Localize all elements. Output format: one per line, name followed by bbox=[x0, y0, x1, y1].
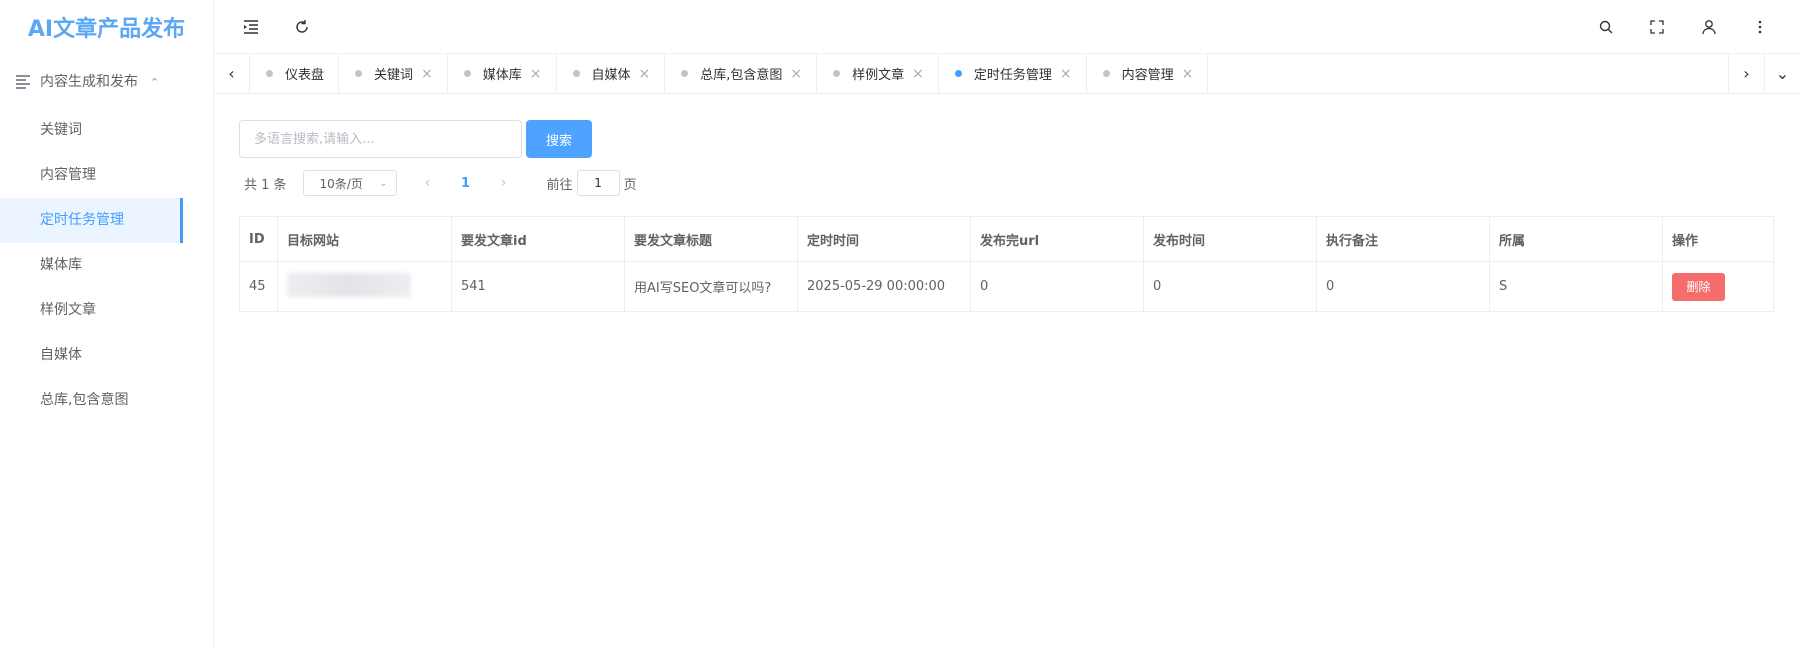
list-icon bbox=[16, 74, 30, 89]
dot-icon bbox=[463, 70, 471, 77]
column-header: 发布时间 bbox=[1143, 216, 1317, 262]
tab-label: 媒体库 bbox=[482, 68, 522, 83]
delete-button[interactable]: 删除 bbox=[1672, 272, 1725, 301]
table-row: 45 541 用AI写SEO文章可以吗? 2025-05-29 00:00:00 0 0 0… bbox=[239, 261, 1774, 312]
column-header: 目标网站 bbox=[277, 216, 452, 262]
search-button[interactable]: 搜索 bbox=[526, 120, 592, 158]
close-icon[interactable]: × bbox=[912, 66, 924, 82]
dot-icon bbox=[266, 70, 273, 77]
column-header: ID bbox=[239, 216, 278, 262]
tasks-table: ID 目标网站 要发文章id 要发文章标题 定时时间 发布完url 发布时间 执行备注 所属 操作… bbox=[239, 216, 1774, 312]
tab[interactable]: 样例文章 × bbox=[817, 54, 939, 93]
sidebar-item[interactable]: 媒体库 bbox=[0, 243, 213, 288]
goto-label: 前往 bbox=[546, 177, 573, 193]
refresh-icon[interactable] bbox=[289, 14, 315, 40]
dot-icon bbox=[681, 70, 689, 77]
tab-label: 定时任务管理 bbox=[973, 68, 1052, 83]
table-cell bbox=[277, 261, 452, 312]
sidebar-item[interactable]: 关键词 bbox=[0, 108, 213, 153]
close-icon[interactable]: × bbox=[1182, 66, 1194, 82]
search-icon[interactable] bbox=[1593, 14, 1619, 40]
pagination-total: 共 1 条 bbox=[244, 177, 287, 193]
dot-icon bbox=[572, 70, 580, 77]
app-logo-title: AI文章产品发布 bbox=[27, 17, 186, 42]
tab[interactable]: 仪表盘 bbox=[250, 54, 340, 93]
close-icon[interactable]: × bbox=[790, 66, 802, 82]
menu-group-content[interactable]: 内容生成和发布 ⌄ bbox=[0, 54, 213, 108]
dot-icon bbox=[833, 70, 841, 77]
column-header: 要发文章标题 bbox=[624, 216, 798, 262]
tab-label: 仪表盘 bbox=[285, 68, 325, 83]
search-row: 搜索 bbox=[239, 120, 1774, 158]
main-content: 搜索 共 1 条 10条/页 ⌄ ‹ 1 › 前往 页 ID目标网站要发文章id… bbox=[239, 120, 1774, 312]
sidebar-item[interactable]: 自媒体 bbox=[0, 333, 213, 378]
table-cell: 用AI写SEO文章可以吗? bbox=[624, 261, 798, 312]
tab[interactable]: 总库,包含意图 × bbox=[665, 54, 818, 93]
next-page-icon[interactable]: › bbox=[497, 175, 511, 191]
user-icon[interactable] bbox=[1696, 14, 1722, 40]
tab-label: 关键词 bbox=[374, 68, 414, 83]
topbar bbox=[214, 0, 1800, 54]
tab-label: 样例文章 bbox=[852, 68, 905, 83]
menu-group-label: 内容生成和发布 bbox=[40, 74, 138, 90]
sidebar-item[interactable]: 总库,包含意图 bbox=[0, 378, 213, 423]
tab-label: 自媒体 bbox=[591, 68, 631, 83]
dot-icon bbox=[1102, 70, 1110, 77]
tabs-scroll-left-icon[interactable]: ‹ bbox=[214, 54, 250, 93]
tab-label: 总库,包含意图 bbox=[700, 68, 783, 83]
dot-icon bbox=[954, 70, 962, 77]
tab[interactable]: 关键词 × bbox=[339, 54, 448, 93]
tab[interactable]: 媒体库 × bbox=[448, 54, 557, 93]
dot-icon bbox=[355, 70, 363, 77]
table-cell: 0 bbox=[970, 261, 1144, 312]
search-input[interactable] bbox=[239, 120, 522, 158]
redacted-site bbox=[287, 272, 411, 297]
table-cell: 45 bbox=[239, 261, 278, 312]
table-cell: 541 bbox=[451, 261, 625, 312]
close-icon[interactable]: × bbox=[1060, 66, 1072, 82]
sidebar: AI文章产品发布 内容生成和发布 ⌄ 关键词 内容管理 定时任务管理 媒体库 样例文章自… bbox=[0, 0, 214, 647]
column-header: 定时时间 bbox=[797, 216, 971, 262]
tabs-dropdown-icon[interactable]: ⌄ bbox=[1764, 54, 1800, 93]
column-header: 执行备注 bbox=[1316, 216, 1490, 262]
tags-bar: ‹ 仪表盘 关键词 × 媒体库 × 自媒体 × 总库,包含意图 × 样例文章 × 定时任务管理 × 内容管… bbox=[214, 54, 1800, 94]
pagination: 共 1 条 10条/页 ⌄ ‹ 1 › 前往 页 bbox=[239, 170, 1774, 196]
close-icon[interactable]: × bbox=[639, 66, 651, 82]
current-page[interactable]: 1 bbox=[459, 176, 473, 191]
table-cell: S bbox=[1489, 261, 1663, 312]
prev-page-icon[interactable]: ‹ bbox=[421, 175, 435, 191]
table-cell: 2025-05-29 00:00:00 bbox=[797, 261, 971, 312]
tab[interactable]: 内容管理 × bbox=[1087, 54, 1209, 93]
table-cell: 0 bbox=[1143, 261, 1317, 312]
column-header: 要发文章id bbox=[451, 216, 625, 262]
sidebar-item[interactable]: 内容管理 bbox=[0, 153, 213, 198]
tab-label: 内容管理 bbox=[1121, 68, 1174, 83]
column-header: 发布完url bbox=[970, 216, 1144, 262]
collapse-menu-icon[interactable] bbox=[238, 14, 264, 40]
sidebar-item[interactable]: 定时任务管理 bbox=[0, 198, 183, 243]
tag-list: 仪表盘 关键词 × 媒体库 × 自媒体 × 总库,包含意图 × 样例文章 × 定时任务管理 × 内容管理 × bbox=[250, 54, 1728, 93]
page-size-value: 10条/页 bbox=[319, 176, 363, 191]
table-cell: 删除 bbox=[1662, 261, 1774, 312]
fullscreen-icon[interactable] bbox=[1644, 14, 1670, 40]
tab[interactable]: 自媒体 × bbox=[557, 54, 666, 93]
column-header: 所属 bbox=[1489, 216, 1663, 262]
close-icon[interactable]: × bbox=[530, 66, 542, 82]
more-vertical-icon[interactable] bbox=[1747, 14, 1773, 40]
chevron-down-icon: ⌄ bbox=[379, 177, 388, 189]
sidebar-item[interactable]: 样例文章 bbox=[0, 288, 213, 333]
page-size-select[interactable]: 10条/页 ⌄ bbox=[302, 170, 397, 196]
table-cell: 0 bbox=[1316, 261, 1490, 312]
goto-page-input[interactable] bbox=[576, 170, 620, 196]
column-header: 操作 bbox=[1662, 216, 1774, 262]
tabs-scroll-right-icon[interactable]: › bbox=[1728, 54, 1764, 93]
table-header-row: ID 目标网站 要发文章id 要发文章标题 定时时间 发布完url 发布时间 执行备注 所属 操作 bbox=[239, 216, 1774, 262]
tab[interactable]: 定时任务管理 × bbox=[939, 54, 1087, 93]
close-icon[interactable]: × bbox=[421, 66, 433, 82]
goto-unit: 页 bbox=[623, 177, 637, 193]
chevron-up-icon: ⌄ bbox=[150, 74, 160, 88]
